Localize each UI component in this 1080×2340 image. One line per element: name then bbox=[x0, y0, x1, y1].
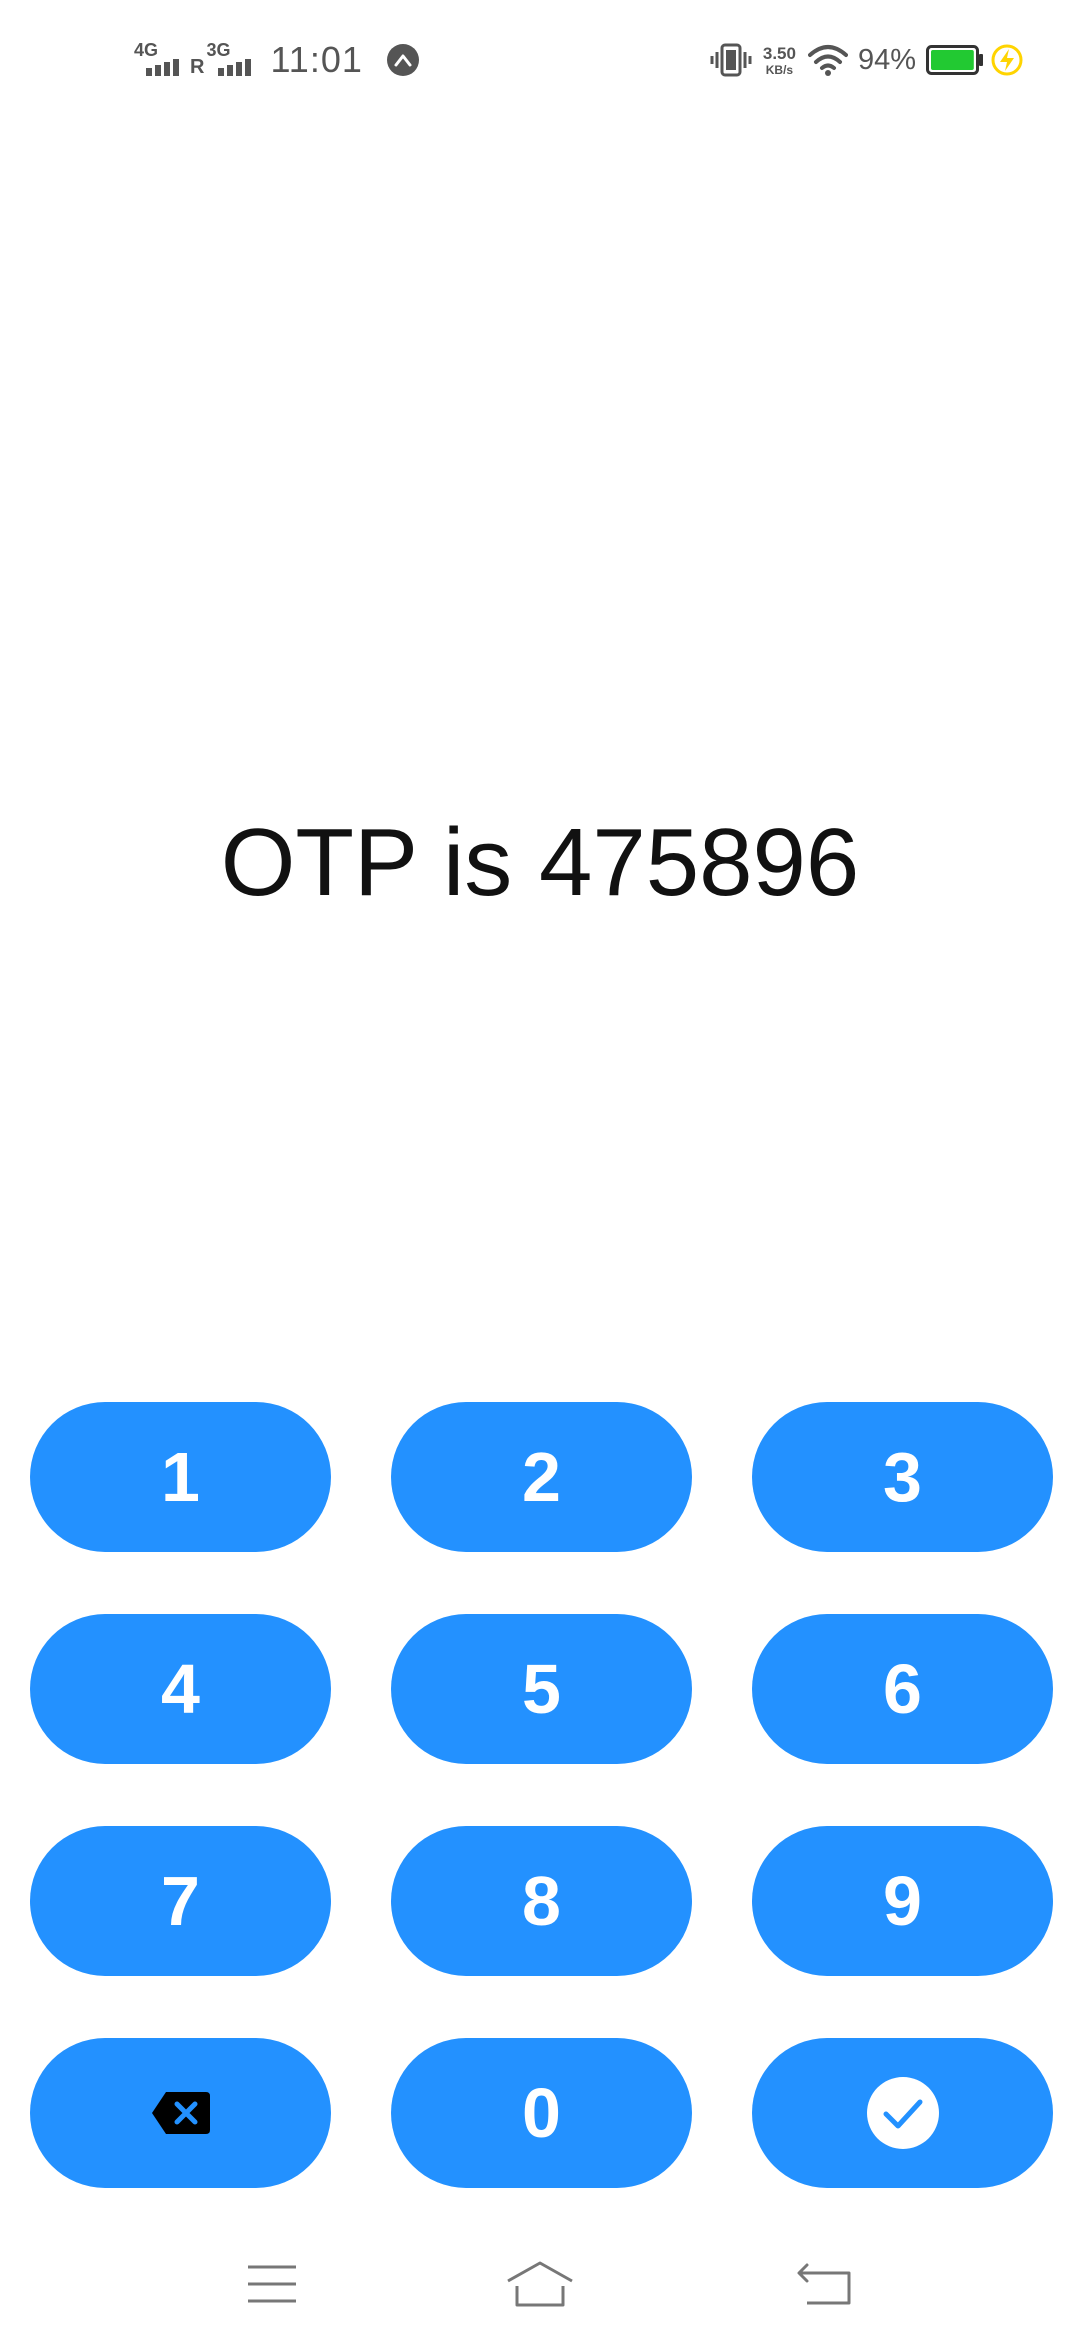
charging-icon bbox=[991, 44, 1023, 76]
sim2-signal-bars-icon bbox=[218, 59, 252, 76]
key-4[interactable]: 4 bbox=[30, 1614, 331, 1764]
sim2-signal: 3G bbox=[206, 36, 258, 84]
wifi-icon bbox=[807, 45, 848, 76]
navigation-bar bbox=[0, 2240, 1080, 2340]
battery-percent: 94% bbox=[857, 43, 916, 76]
otp-message: OTP is 475896 bbox=[220, 809, 860, 916]
otp-screen: 4G R 3G 11:01 3.50 KB/s 94% OTP is 47589… bbox=[0, 0, 1080, 2340]
menu-icon bbox=[248, 2265, 296, 2303]
backspace-button[interactable] bbox=[30, 2038, 331, 2188]
vibrate-icon bbox=[710, 43, 752, 77]
key-2[interactable]: 2 bbox=[391, 1402, 692, 1552]
sim1-signal-bars-icon bbox=[146, 59, 179, 76]
battery-icon bbox=[926, 45, 983, 75]
status-bar-left: 4G R 3G 11:01 bbox=[134, 36, 419, 84]
check-circle-icon bbox=[866, 2077, 939, 2149]
back-icon bbox=[797, 2263, 851, 2305]
key-8[interactable]: 8 bbox=[391, 1826, 692, 1976]
key-5[interactable]: 5 bbox=[391, 1614, 692, 1764]
sim1-network-type: 4G bbox=[134, 40, 159, 60]
confirm-button[interactable] bbox=[752, 2038, 1053, 2188]
menu-button[interactable] bbox=[237, 2254, 307, 2314]
home-button[interactable] bbox=[505, 2254, 575, 2314]
network-speed-value: 3.50 bbox=[762, 43, 796, 63]
key-9[interactable]: 9 bbox=[752, 1826, 1053, 1976]
status-bar: 4G R 3G 11:01 3.50 KB/s 94% bbox=[0, 0, 1080, 120]
key-6[interactable]: 6 bbox=[752, 1614, 1053, 1764]
key-7[interactable]: 7 bbox=[30, 1826, 331, 1976]
network-speed-unit: KB/s bbox=[765, 62, 794, 77]
back-button[interactable] bbox=[790, 2254, 860, 2314]
numeric-keypad: 1 2 3 4 5 6 7 8 9 0 bbox=[30, 1402, 1053, 2188]
backspace-icon bbox=[151, 2092, 210, 2134]
network-speed: 3.50 KB/s bbox=[763, 45, 796, 76]
home-icon bbox=[507, 2261, 573, 2307]
status-time: 11:01 bbox=[270, 39, 363, 80]
roaming-indicator: R bbox=[190, 55, 205, 78]
key-3[interactable]: 3 bbox=[752, 1402, 1053, 1552]
sim1-signal: 4G bbox=[134, 36, 186, 84]
key-0[interactable]: 0 bbox=[391, 2038, 692, 2188]
arrow-up-circle-icon bbox=[386, 44, 419, 76]
key-1[interactable]: 1 bbox=[30, 1402, 331, 1552]
sim2-network-type: 3G bbox=[206, 40, 231, 60]
status-bar-right: 3.50 KB/s 94% bbox=[709, 36, 1024, 84]
